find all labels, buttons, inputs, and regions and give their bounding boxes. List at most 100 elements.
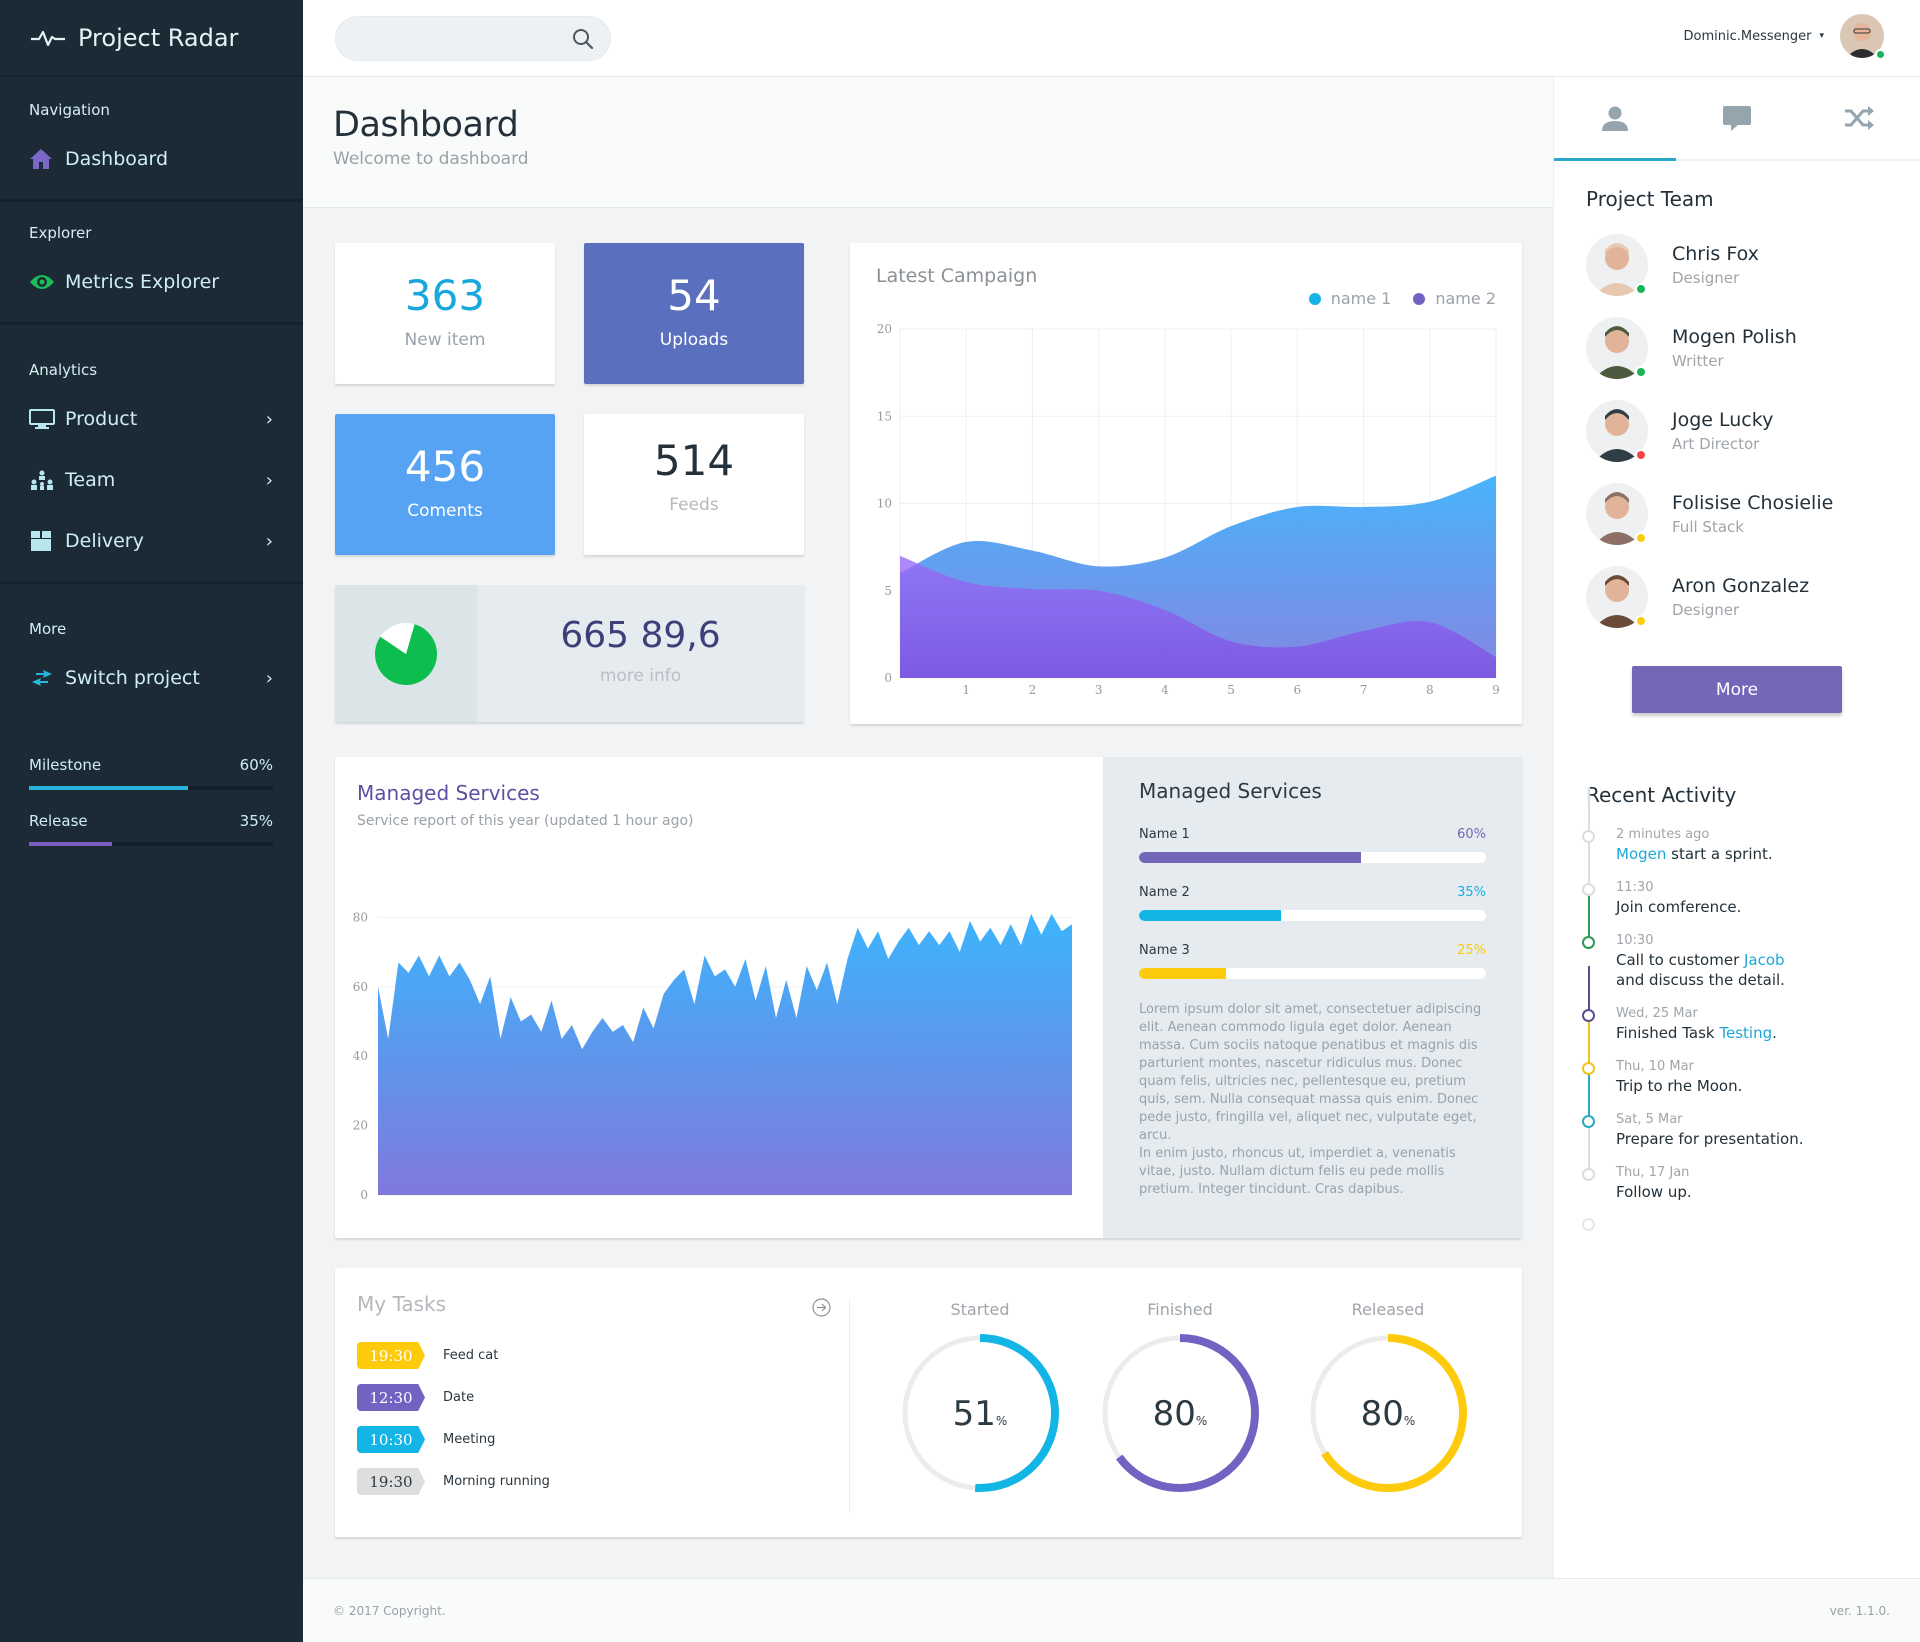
description-text: Lorem ipsum dolor sit amet, consectetuer… [1139, 1002, 1482, 1197]
chart-title: Managed Services [357, 781, 540, 805]
progress-fill [29, 786, 188, 790]
search-input[interactable] [336, 17, 556, 60]
x-tick-label: 3 [1095, 683, 1103, 697]
bar-fill [1139, 910, 1282, 921]
activity-item: Sat, 5 Mar Prepare for presentation. [1582, 1072, 1920, 1165]
sidebar-item-label: Metrics Explorer [65, 271, 220, 293]
status-dot [1635, 365, 1647, 378]
sidebar-heading: Analytics [29, 361, 98, 379]
member-name[interactable]: Mogen Polish [1672, 326, 1797, 348]
avatar[interactable] [1586, 233, 1648, 296]
donut-value: 80% [1153, 1394, 1208, 1434]
more-info-link[interactable]: more info [477, 666, 804, 686]
avatar[interactable] [1586, 399, 1648, 462]
task-time-tag: 19:30 [357, 1468, 425, 1495]
task-item[interactable]: 12:30 Date [357, 1384, 833, 1411]
sidebar-item-delivery[interactable]: Delivery › [29, 521, 273, 561]
timeline-dot [1582, 1062, 1595, 1075]
sidebar-item-dashboard[interactable]: Dashboard [29, 139, 273, 179]
activity-link[interactable]: Jacob [1744, 951, 1785, 969]
task-item[interactable]: 19:30 Feed cat [357, 1342, 833, 1369]
right-panel-tabs [1554, 77, 1920, 161]
summary-card: 665 89,6 more info [335, 585, 804, 722]
activity-link[interactable]: Testing [1719, 1024, 1772, 1042]
donut-value: 51% [953, 1394, 1008, 1434]
task-item[interactable]: 10:30 Meeting [357, 1426, 833, 1453]
task-item[interactable]: 19:30 Morning running [357, 1468, 833, 1495]
chevron-right-icon[interactable]: › [266, 409, 273, 430]
stat-card-comments[interactable]: 456 Coments [335, 414, 555, 555]
sidebar-item-team[interactable]: Team › [29, 460, 273, 500]
donut-value: 80% [1361, 1394, 1416, 1434]
activity-text-part: . [1772, 1024, 1777, 1042]
stat-label: Uploads [659, 330, 729, 350]
activity-item: Thu, 17 Jan Follow up. [1582, 1125, 1920, 1218]
stat-card-feeds[interactable]: 514 Feeds [584, 414, 804, 555]
sidebar-progress: Milestone 60% Release 35% [0, 756, 303, 846]
sidebar-section-more: More Switch project › [0, 584, 303, 728]
sidebar-item-label: Team [65, 469, 116, 491]
avatar[interactable] [1586, 316, 1648, 379]
latest-campaign-card: Latest Campaign name 1 name 2 0 5 10 15 20 1 2 3… [850, 243, 1522, 724]
task-time-tag: 10:30 [357, 1426, 425, 1453]
y-tick-label: 10 [877, 497, 892, 511]
avatar[interactable] [1586, 565, 1648, 628]
timeline-dot [1582, 1168, 1595, 1181]
progress-value: 60% [239, 756, 273, 774]
avatar[interactable] [1586, 482, 1648, 545]
member-name[interactable]: Aron Gonzalez [1672, 575, 1809, 597]
tab-activity[interactable] [1798, 77, 1920, 159]
brand[interactable]: Project Radar [0, 0, 303, 77]
team-member[interactable]: Mogen Polish Writter [1554, 306, 1920, 389]
sidebar-item-product[interactable]: Product › [29, 399, 273, 439]
team-member[interactable]: Chris Fox Designer [1554, 223, 1920, 306]
activity-text: Join comference. [1616, 897, 1920, 917]
chevron-right-icon[interactable]: › [266, 668, 273, 689]
team-member[interactable]: Joge Lucky Art Director [1554, 389, 1920, 472]
team-member[interactable]: Folisise Chosielie Full Stack [1554, 472, 1920, 555]
activity-link[interactable]: Mogen [1616, 845, 1666, 863]
stat-card-new-item[interactable]: 363 New item [335, 243, 555, 384]
app-title: Project Radar [78, 23, 239, 52]
timeline-dot [1582, 1009, 1595, 1022]
activity-time: 2 minutes ago [1616, 827, 1710, 842]
activity-text-part: and discuss the detail. [1616, 971, 1785, 989]
timeline-dot [1582, 1115, 1595, 1128]
managed-services-area-chart: 0 20 40 60 80 [353, 910, 1072, 1202]
team-member[interactable]: Aron Gonzalez Designer [1554, 555, 1920, 638]
chevron-right-icon[interactable]: › [266, 531, 273, 552]
caret-down-icon[interactable]: ▾ [1819, 31, 1824, 41]
x-tick-label: 2 [1029, 683, 1037, 697]
my-tasks-panel: My Tasks 19:30 Feed cat 12:30 Date 10:30 Meet… [335, 1268, 855, 1537]
activity-item: 10:30 Call to customer Jacob and discuss … [1582, 893, 1920, 1006]
member-name[interactable]: Joge Lucky [1672, 409, 1773, 431]
task-name: Meeting [443, 1432, 496, 1447]
swap-arrows-icon [29, 668, 65, 688]
x-tick-label: 5 [1227, 683, 1235, 697]
y-tick-label: 0 [884, 671, 892, 685]
user-menu[interactable]: Dominic.Messenger ▾ [1684, 14, 1886, 60]
tab-team[interactable] [1554, 77, 1676, 161]
user-avatar[interactable] [1840, 14, 1886, 60]
progress-value: 35% [239, 812, 273, 830]
task-time-tag: 12:30 [357, 1384, 425, 1411]
eye-icon [29, 273, 65, 291]
user-icon [1602, 106, 1628, 131]
arrow-right-circle-icon[interactable] [812, 1298, 831, 1321]
y-tick-label: 20 [353, 1119, 368, 1133]
donut-finished: Finished 80% [1095, 1268, 1265, 1497]
pulse-logo-icon [31, 30, 65, 46]
sidebar-item-metrics-explorer[interactable]: Metrics Explorer [29, 262, 273, 302]
stat-card-uploads[interactable]: 54 Uploads [584, 243, 804, 384]
chevron-right-icon[interactable]: › [266, 470, 273, 491]
timeline-end-dot [1582, 1218, 1595, 1231]
more-button[interactable]: More [1632, 666, 1842, 713]
sidebar-item-switch-project[interactable]: Switch project › [29, 658, 273, 698]
member-name[interactable]: Folisise Chosielie [1672, 492, 1833, 514]
bar-value: 35% [1457, 885, 1486, 900]
timeline-dot [1582, 936, 1595, 949]
tab-chat[interactable] [1676, 77, 1798, 159]
user-name[interactable]: Dominic.Messenger [1684, 29, 1812, 44]
member-name[interactable]: Chris Fox [1672, 243, 1759, 265]
search-icon[interactable] [572, 28, 594, 54]
